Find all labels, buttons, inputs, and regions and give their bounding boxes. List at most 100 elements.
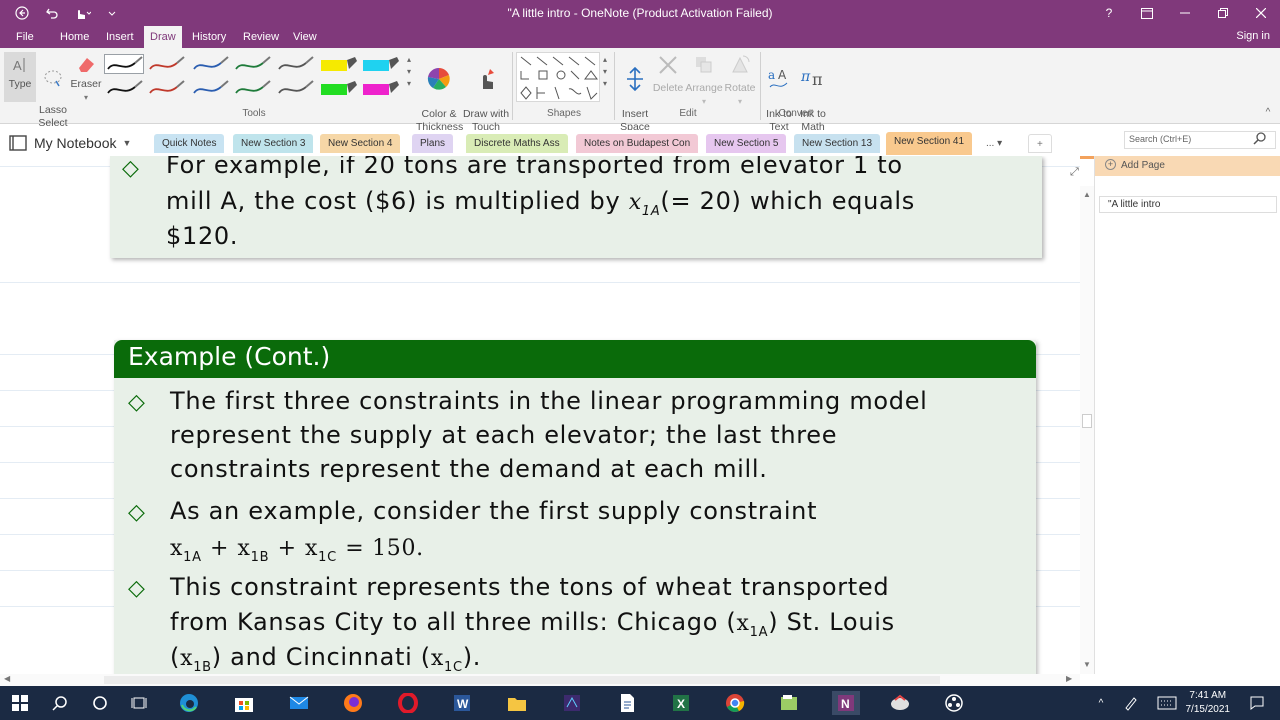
section-tab[interactable]: Plans	[412, 134, 454, 153]
horizontal-scrollbar[interactable]: ◀ ▶	[0, 674, 1080, 686]
highlighter-swatch[interactable]	[360, 78, 400, 98]
pen-swatch[interactable]	[146, 54, 186, 74]
highlighter-swatch[interactable]	[360, 54, 400, 74]
word-icon[interactable]: W	[449, 691, 475, 715]
highlighter-swatch[interactable]	[318, 54, 358, 74]
collapse-ribbon-icon[interactable]: ^	[1262, 106, 1274, 119]
tab-home[interactable]: Home	[54, 26, 95, 48]
section-tab[interactable]: New Section 41	[886, 132, 973, 155]
help-button[interactable]: ?	[1090, 0, 1128, 26]
page-item[interactable]: "A little intro	[1099, 196, 1277, 213]
pen-swatch[interactable]	[190, 54, 230, 74]
page-canvas[interactable]: ◇ For example, if 20 tons are transporte…	[0, 156, 1080, 674]
file-explorer-icon[interactable]	[504, 691, 530, 715]
section-tab[interactable]: New Section 5	[706, 134, 787, 153]
add-section-button[interactable]: +	[1028, 134, 1052, 153]
shapes-gallery[interactable]	[516, 52, 600, 102]
section-tab[interactable]: New Section 4	[320, 134, 401, 153]
keyboard-icon[interactable]	[1154, 691, 1180, 715]
pen-workspace-icon[interactable]	[1118, 691, 1144, 715]
search-icon[interactable]	[47, 691, 73, 715]
tab-review[interactable]: Review	[237, 26, 285, 48]
slide-image-1[interactable]: ◇ For example, if 20 tons are transporte…	[110, 156, 1042, 258]
pen-gallery-scroll[interactable]: ▴ ▾ ▾	[403, 54, 415, 90]
more-sections-button[interactable]: ... ▾	[978, 134, 1011, 153]
app-icon[interactable]	[559, 691, 585, 715]
window-title: "A little intro - OneNote (Product Activ…	[507, 6, 773, 20]
excel-icon[interactable]: X	[668, 691, 694, 715]
pen-swatch[interactable]	[104, 54, 144, 74]
tab-draw[interactable]: Draw	[144, 26, 182, 48]
scroll-left-icon[interactable]: ◀	[4, 674, 10, 683]
notebook-picker[interactable]: My Notebook ▼	[8, 132, 131, 154]
pen-swatch[interactable]	[190, 78, 230, 98]
ink-to-math-button[interactable]: ππ Ink to Math	[796, 52, 830, 134]
vertical-scrollbar[interactable]: ▲ ▼	[1080, 186, 1094, 674]
shapes-scroll[interactable]: ▴ ▾ ▾	[600, 54, 610, 90]
highlighter-swatch[interactable]	[318, 78, 358, 98]
scroll-up-icon[interactable]: ▲	[1083, 190, 1091, 199]
tray-chevron-up-icon[interactable]: ^	[1088, 691, 1114, 715]
scroll-down-icon[interactable]: ▼	[1083, 660, 1091, 669]
scroll-right-icon[interactable]: ▶	[1066, 674, 1072, 683]
mail-icon[interactable]	[286, 691, 312, 715]
section-tab[interactable]: New Section 13	[794, 134, 881, 153]
tab-view[interactable]: View	[287, 26, 323, 48]
task-view-icon[interactable]	[127, 691, 153, 715]
add-page-button[interactable]: + Add Page	[1095, 156, 1280, 176]
draw-with-touch-button[interactable]: Draw with Touch	[462, 52, 510, 134]
pen-swatch[interactable]	[232, 78, 272, 98]
shapes-icon	[520, 56, 598, 100]
onenote-taskbar-icon[interactable]: N	[832, 691, 860, 715]
lasso-select-button[interactable]: Lasso Select	[38, 52, 68, 130]
windows-start-icon[interactable]	[7, 691, 33, 715]
rotate-button[interactable]: Rotate ▾	[723, 52, 757, 108]
store-icon[interactable]	[231, 691, 257, 715]
eraser-button[interactable]: Eraser ▾	[70, 52, 102, 104]
delete-button[interactable]: Delete	[652, 52, 684, 95]
touch-mode-icon[interactable]	[68, 0, 96, 26]
section-tab[interactable]: Quick Notes	[154, 134, 225, 153]
type-button[interactable]: A Type	[4, 52, 36, 102]
opera-icon[interactable]	[395, 691, 421, 715]
expand-icon[interactable]: ⤢	[1070, 166, 1079, 179]
sign-in-link[interactable]: Sign in	[1236, 30, 1270, 42]
arrange-button[interactable]: Arrange ▾	[685, 52, 723, 108]
pen-swatch[interactable]	[275, 54, 315, 74]
undo-icon[interactable]	[38, 0, 66, 26]
section-tab[interactable]: Discrete Maths Ass	[466, 134, 568, 153]
ink-to-text-button[interactable]: aA Ink to Text	[762, 52, 796, 134]
section-tab[interactable]: New Section 3	[233, 134, 314, 153]
clock[interactable]: 7:41 AM 7/15/2021	[1186, 689, 1231, 717]
slide-image-2[interactable]: Example (Cont.) ◇ The first three constr…	[114, 340, 1036, 674]
scroll-thumb[interactable]	[1082, 414, 1092, 428]
search-icon[interactable]	[1252, 131, 1272, 149]
insert-space-button[interactable]: Insert Space	[618, 52, 652, 134]
hscroll-thumb[interactable]	[104, 676, 940, 684]
obs-icon[interactable]	[941, 691, 967, 715]
pen-swatch[interactable]	[232, 54, 272, 74]
tab-insert[interactable]: Insert	[100, 26, 140, 48]
customize-toolbar-icon[interactable]	[98, 0, 126, 26]
pen-swatch[interactable]	[146, 78, 186, 98]
edge-icon[interactable]	[176, 691, 202, 715]
close-icon[interactable]	[1242, 0, 1280, 26]
file-manager-icon[interactable]	[776, 691, 802, 715]
back-icon[interactable]	[8, 0, 36, 26]
section-tab[interactable]: Notes on Budapest Con	[576, 134, 699, 153]
pen-swatch[interactable]	[104, 78, 144, 98]
notifications-icon[interactable]	[1244, 691, 1270, 715]
minimize-icon[interactable]	[1166, 0, 1204, 26]
pen-swatch[interactable]	[275, 78, 315, 98]
firefox-icon[interactable]	[340, 691, 366, 715]
tab-file[interactable]: File	[10, 26, 40, 48]
color-thickness-button[interactable]: Color & Thickness	[416, 52, 463, 134]
cortana-icon[interactable]	[87, 691, 113, 715]
notebook-icon	[9, 135, 27, 151]
cloud-app-icon[interactable]	[887, 691, 913, 715]
document-icon[interactable]	[614, 691, 640, 715]
restore-icon[interactable]	[1204, 0, 1242, 26]
tab-history[interactable]: History	[186, 26, 232, 48]
chrome-icon[interactable]	[722, 691, 748, 715]
ribbon-display-icon[interactable]	[1128, 0, 1166, 26]
